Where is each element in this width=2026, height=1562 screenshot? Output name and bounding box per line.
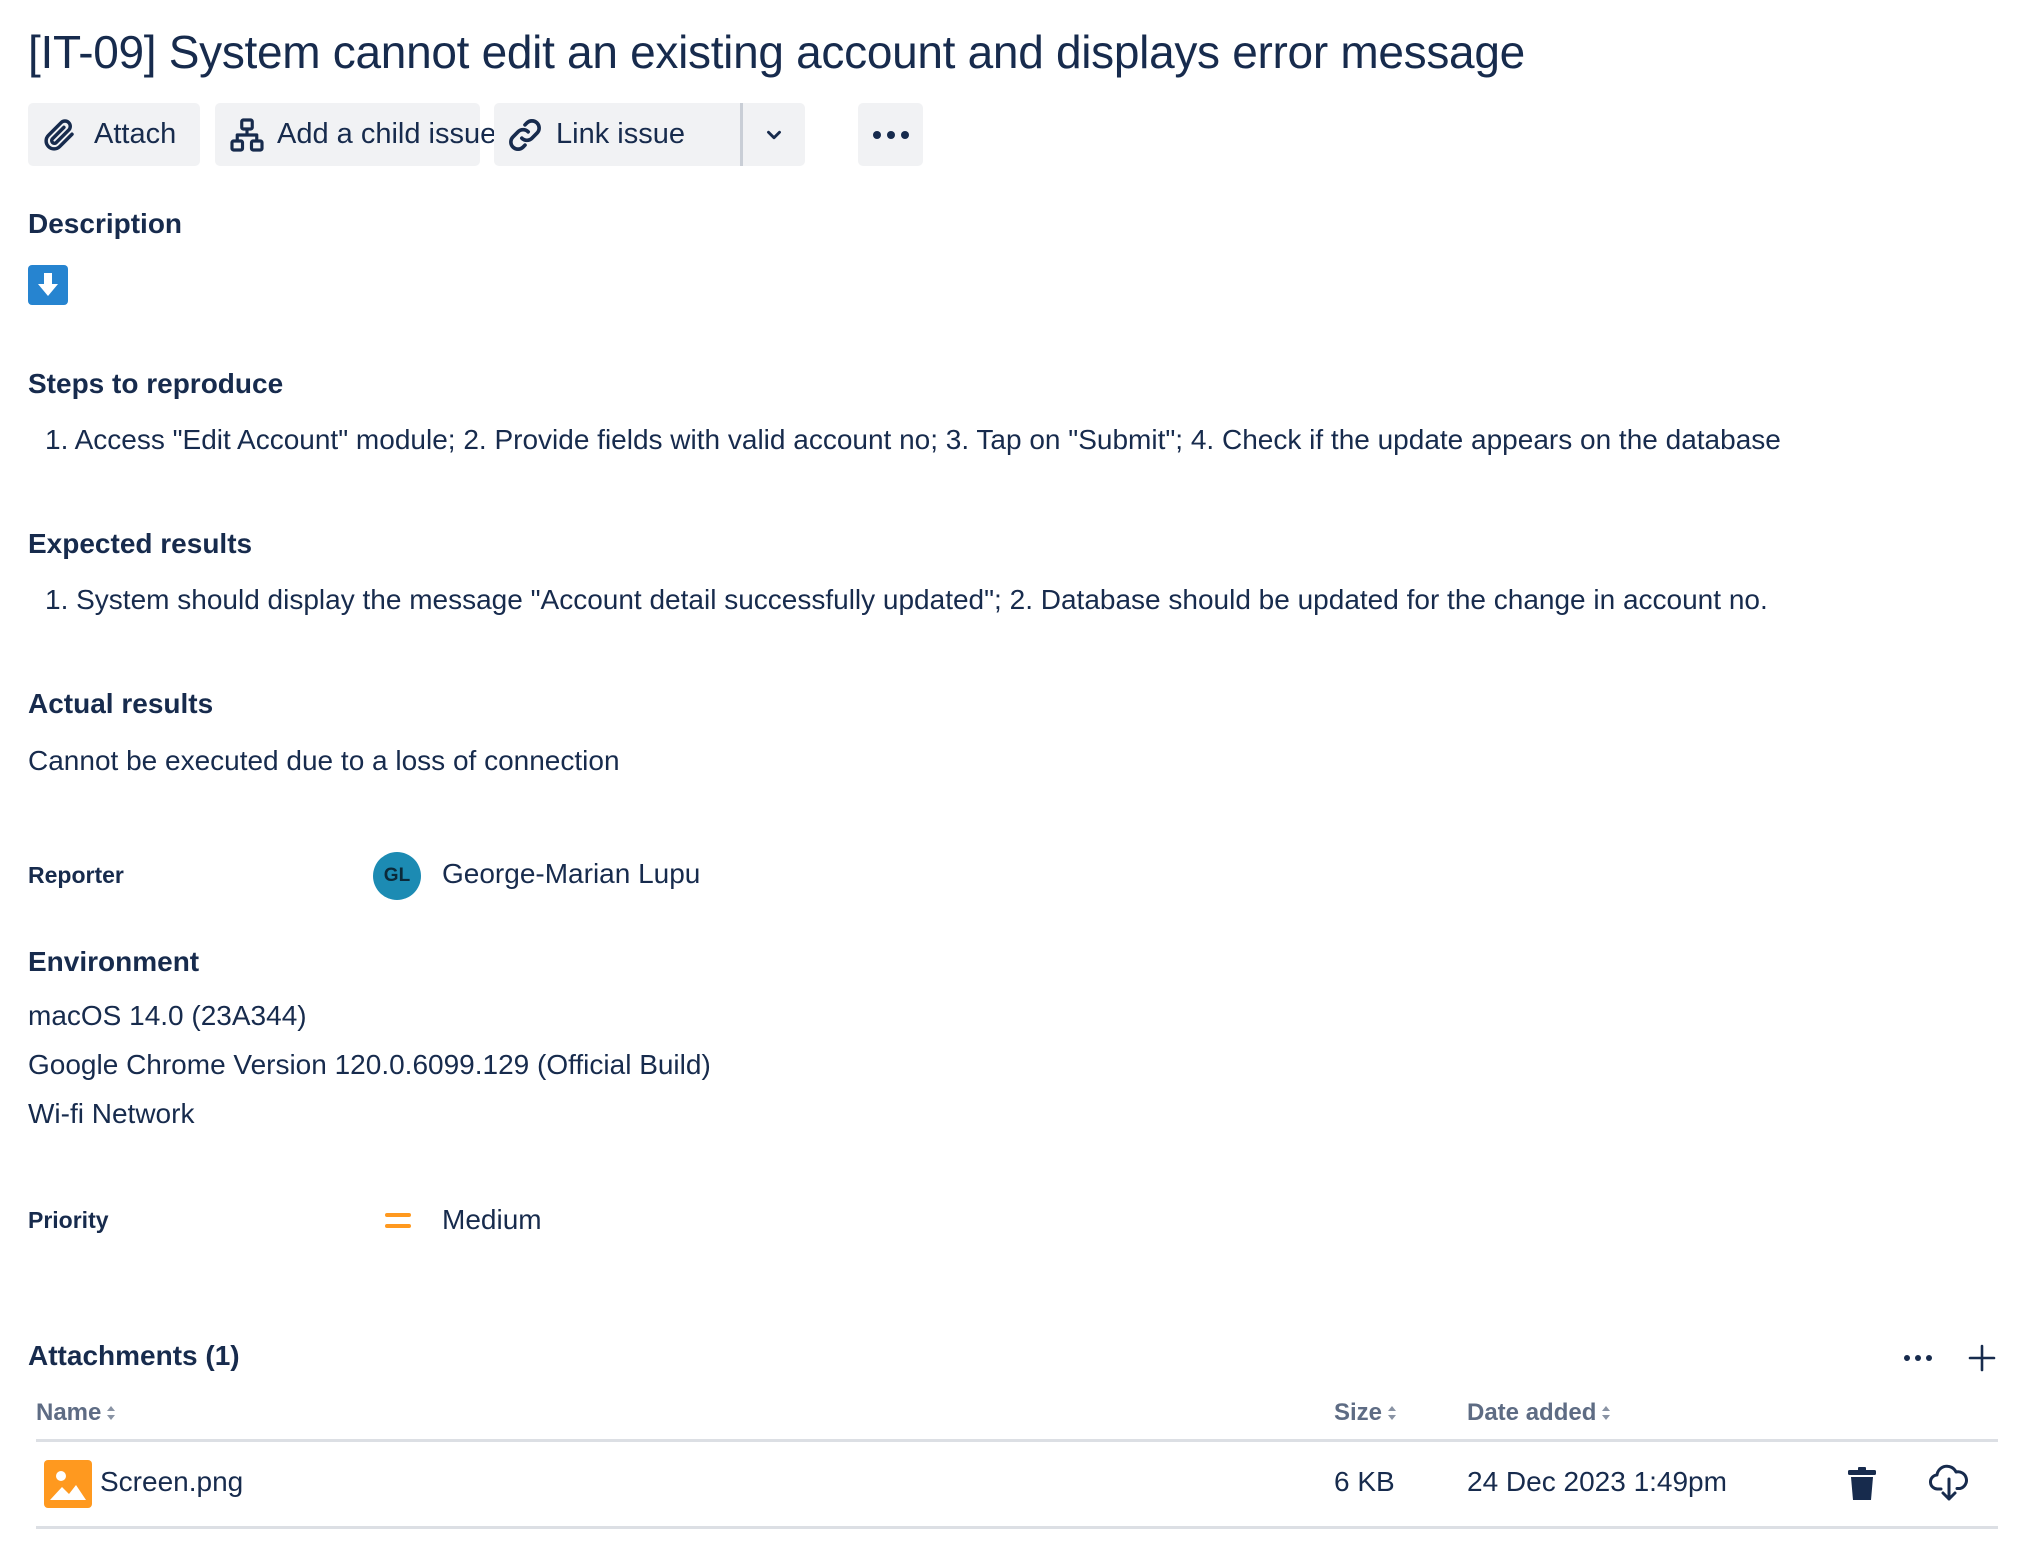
sort-icon <box>1388 1406 1397 1420</box>
steps-heading: Steps to reproduce <box>28 368 284 399</box>
expected-heading: Expected results <box>28 528 253 559</box>
avatar[interactable]: GL <box>373 852 421 900</box>
image-file-icon <box>44 1460 92 1508</box>
priority-value[interactable]: Medium <box>442 1204 542 1236</box>
table-row[interactable]: Screen.png 6 KB 24 Dec 2023 1:49pm <box>36 1442 1998 1524</box>
attach-label: Attach <box>94 118 177 150</box>
delete-attachment-button[interactable] <box>1846 1466 1878 1502</box>
actual-heading: Actual results <box>28 688 214 719</box>
environment-line: Wi-fi Network <box>28 1098 195 1129</box>
column-header-size[interactable]: Size <box>1334 1399 1398 1427</box>
link-issue-button[interactable]: Link issue <box>494 103 740 166</box>
column-header-name-label: Name <box>36 1399 102 1426</box>
environment-heading: Environment <box>28 946 200 977</box>
link-issue-dropdown-button[interactable] <box>743 103 805 166</box>
actual-text: Cannot be executed due to a loss of conn… <box>28 745 620 776</box>
download-attachment-button[interactable] <box>1928 1463 1970 1503</box>
download-arrow-icon <box>28 265 68 305</box>
add-child-issue-label: Add a child issue <box>277 118 497 150</box>
priority-label: Priority <box>28 1207 109 1233</box>
issue-title[interactable]: [IT-09] System cannot edit an existing a… <box>28 22 1525 82</box>
cloud-download-icon <box>1929 1464 1968 1501</box>
attach-button[interactable]: Attach <box>28 103 200 166</box>
reporter-label: Reporter <box>28 862 124 888</box>
add-attachment-button[interactable] <box>1966 1342 1998 1374</box>
expected-text: 1. System should display the message "Ac… <box>45 584 1768 615</box>
paperclip-icon <box>44 118 74 151</box>
description-heading: Description <box>28 208 183 239</box>
reporter-name[interactable]: George-Marian Lupu <box>442 858 700 890</box>
link-issue-label: Link issue <box>556 118 685 150</box>
trash-icon <box>1848 1467 1876 1500</box>
priority-medium-icon <box>385 1210 411 1232</box>
sort-icon <box>107 1406 116 1420</box>
attachments-more-button[interactable] <box>1902 1348 1934 1368</box>
more-icon <box>872 130 909 139</box>
attachment-name[interactable]: Screen.png <box>100 1466 243 1498</box>
more-actions-button[interactable] <box>858 103 923 166</box>
chevron-down-icon <box>767 130 781 139</box>
hierarchy-icon <box>230 117 264 152</box>
column-header-date-label: Date added <box>1467 1399 1597 1426</box>
column-header-date[interactable]: Date added <box>1467 1399 1612 1427</box>
sort-icon <box>1602 1406 1611 1420</box>
add-child-issue-button[interactable]: Add a child issue <box>215 103 496 166</box>
attachments-heading: Attachments (1) <box>28 1340 240 1371</box>
column-header-name[interactable]: Name <box>36 1399 117 1427</box>
table-row-divider <box>36 1526 1998 1529</box>
attachment-date: 24 Dec 2023 1:49pm <box>1467 1466 1727 1497</box>
attachment-size: 6 KB <box>1334 1466 1395 1497</box>
plus-icon <box>1968 1344 1996 1372</box>
more-icon <box>1904 1355 1932 1361</box>
column-header-size-label: Size <box>1334 1399 1383 1426</box>
environment-line: macOS 14.0 (23A344) <box>28 1000 307 1031</box>
link-icon <box>509 118 541 151</box>
environment-line: Google Chrome Version 120.0.6099.129 (Of… <box>28 1049 711 1080</box>
steps-text: 1. Access "Edit Account" module; 2. Prov… <box>45 424 1781 455</box>
